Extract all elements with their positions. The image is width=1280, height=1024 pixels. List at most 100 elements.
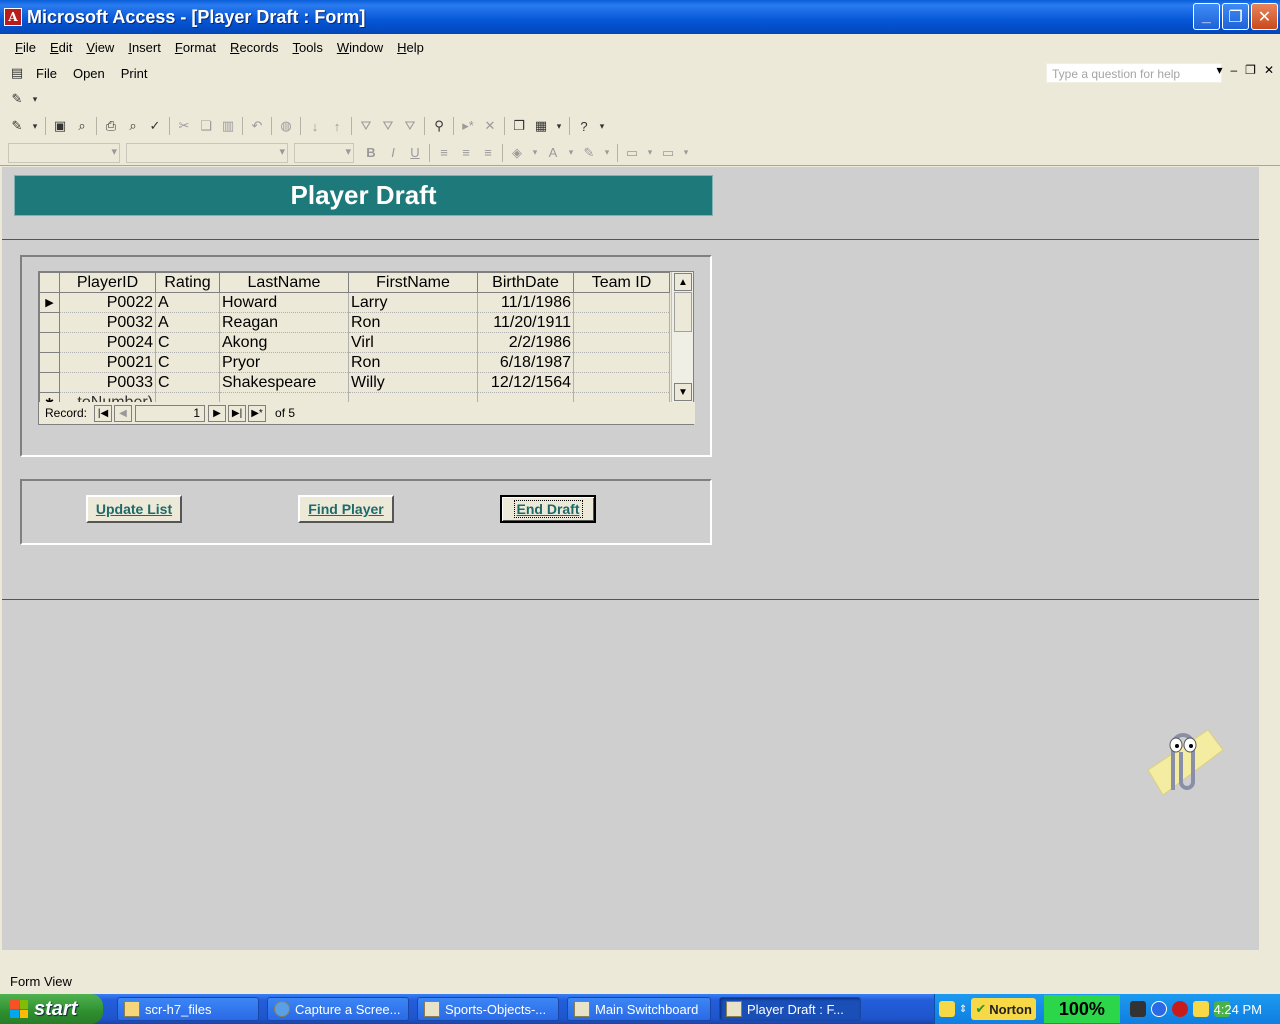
cell-teamid[interactable] (573, 292, 670, 313)
filter-by-selection-icon[interactable]: ⛛ (357, 117, 375, 135)
menu-format[interactable]: Format (168, 40, 223, 55)
cell-teamid-new[interactable] (573, 392, 670, 402)
cell-teamid[interactable] (573, 312, 670, 333)
chevron-down-icon[interactable]: ▾ (681, 144, 691, 162)
cell-lastname[interactable]: Howard (219, 292, 349, 313)
copy-icon[interactable]: ❏ (197, 117, 215, 135)
menu-help[interactable]: Help (390, 40, 431, 55)
align-left-icon[interactable]: ≡ (435, 144, 453, 162)
fill-color-icon[interactable]: ◈ (508, 144, 526, 162)
office-assistant-icon[interactable] (1128, 710, 1228, 810)
cell-playerid[interactable]: P0022 (59, 292, 156, 313)
menu-window[interactable]: Window (330, 40, 390, 55)
table-row[interactable]: P0021 C Pryor Ron 6/18/1987 (39, 352, 670, 373)
access-key-icon[interactable]: A (4, 8, 22, 26)
help-search-input[interactable]: Type a question for help (1046, 63, 1222, 83)
filter-by-form-icon[interactable]: ⛛ (379, 117, 397, 135)
object-select[interactable] (8, 142, 120, 163)
taskbar-item-switchboard[interactable]: Main Switchboard (567, 997, 711, 1021)
table-row[interactable]: P0032 A Reagan Ron 11/20/1911 (39, 312, 670, 333)
help-icon[interactable] (939, 1001, 955, 1017)
cell-lastname[interactable]: Pryor (219, 352, 349, 373)
chevron-down-icon[interactable]: ▾ (554, 117, 564, 135)
record-selector[interactable] (39, 312, 60, 333)
current-record-icon[interactable]: ▶ (39, 292, 60, 313)
chevron-down-icon[interactable]: ▾ (645, 144, 655, 162)
chevron-down-icon[interactable]: ▾ (597, 117, 607, 135)
align-center-icon[interactable]: ≡ (457, 144, 475, 162)
undo-icon[interactable]: ↶ (248, 117, 266, 135)
menu-view[interactable]: View (79, 40, 121, 55)
find-player-button[interactable]: Find Player (298, 495, 394, 523)
cell-rating-new[interactable] (155, 392, 220, 402)
column-header-birthdate[interactable]: BirthDate (477, 272, 574, 293)
toolbar-print[interactable]: Print (113, 66, 156, 81)
menu-edit[interactable]: Edit (43, 40, 79, 55)
column-header-playerid[interactable]: PlayerID (59, 272, 156, 293)
cell-rating[interactable]: C (155, 332, 220, 353)
column-header-teamid[interactable]: Team ID (573, 272, 670, 293)
hyperlink-icon[interactable]: ◍ (277, 117, 295, 135)
cell-firstname-new[interactable] (348, 392, 478, 402)
end-draft-button[interactable]: End Draft (500, 495, 596, 523)
cell-birthdate-new[interactable] (477, 392, 574, 402)
bold-icon[interactable]: B (362, 144, 380, 162)
font-name-select[interactable] (126, 142, 288, 163)
delete-record-icon[interactable]: ✕ (481, 117, 499, 135)
first-record-button[interactable]: |◀ (94, 404, 113, 422)
scroll-thumb[interactable] (674, 292, 692, 332)
menu-file[interactable]: File (8, 40, 43, 55)
cell-birthdate[interactable]: 6/18/1987 (477, 352, 574, 373)
restore-button[interactable]: ❐ (1222, 3, 1249, 30)
chevron-down-icon[interactable]: ▾ (1216, 63, 1222, 77)
last-record-button[interactable]: ▶| (228, 404, 247, 422)
scroll-up-button[interactable]: ▲ (674, 273, 692, 291)
table-row[interactable]: P0024 C Akong Virl 2/2/1986 (39, 332, 670, 353)
cell-lastname[interactable]: Akong (219, 332, 349, 353)
bluetooth-icon[interactable] (1171, 1001, 1188, 1017)
help-icon[interactable]: ? (575, 117, 593, 135)
toolbar-file[interactable]: File (28, 66, 65, 81)
file-search-icon[interactable]: ⌕ (73, 117, 91, 135)
chevron-down-icon[interactable]: ▾ (30, 117, 40, 135)
chevron-updown-icon[interactable]: ⇕ (959, 1004, 967, 1015)
new-record-button[interactable]: ▶* (248, 404, 267, 422)
power-plug-icon[interactable] (1129, 1001, 1146, 1017)
design-view-icon[interactable]: ✎ (8, 90, 26, 108)
special-effect-icon[interactable]: ▭ (659, 144, 677, 162)
cell-firstname[interactable]: Ron (348, 312, 478, 333)
record-selector[interactable] (39, 372, 60, 393)
cell-playerid[interactable]: P0032 (59, 312, 156, 333)
font-color-icon[interactable]: A (544, 144, 562, 162)
scroll-down-button[interactable]: ▼ (674, 383, 692, 401)
cell-playerid-new[interactable]: toNumber) (59, 392, 156, 402)
cell-lastname-new[interactable] (219, 392, 349, 402)
table-row[interactable]: P0033 C Shakespeare Willy 12/12/1564 (39, 372, 670, 393)
cell-playerid[interactable]: P0033 (59, 372, 156, 393)
print-icon[interactable]: ⎙ (102, 117, 120, 135)
previous-record-button[interactable]: ◀ (114, 404, 133, 422)
new-record-row[interactable]: ✱ toNumber) (39, 392, 670, 402)
find-binoculars-icon[interactable]: ⚲ (430, 117, 448, 135)
cell-teamid[interactable] (573, 372, 670, 393)
cell-firstname[interactable]: Virl (348, 332, 478, 353)
cell-playerid[interactable]: P0021 (59, 352, 156, 373)
border-width-icon[interactable]: ▭ (623, 144, 641, 162)
norton-badge[interactable]: ✔ Norton (971, 998, 1036, 1020)
record-number-input[interactable]: 1 (135, 404, 206, 422)
cell-rating[interactable]: A (155, 292, 220, 313)
cell-teamid[interactable] (573, 352, 670, 373)
cell-rating[interactable]: C (155, 352, 220, 373)
security-icon[interactable] (1192, 1001, 1209, 1017)
cell-birthdate[interactable]: 11/20/1911 (477, 312, 574, 333)
zoom-indicator[interactable]: 100% (1043, 995, 1120, 1023)
taskbar-item-player-draft[interactable]: Player Draft : F... (719, 997, 861, 1021)
cell-firstname[interactable]: Larry (348, 292, 478, 313)
minimize-button[interactable]: _ (1193, 3, 1220, 30)
taskbar-item-browser[interactable]: Capture a Scree... (267, 997, 409, 1021)
taskbar-item-database[interactable]: Sports-Objects-... (417, 997, 559, 1021)
apply-filter-icon[interactable]: ⛛ (401, 117, 419, 135)
italic-icon[interactable]: I (384, 144, 402, 162)
cell-playerid[interactable]: P0024 (59, 332, 156, 353)
chevron-down-icon[interactable]: ▾ (566, 144, 576, 162)
